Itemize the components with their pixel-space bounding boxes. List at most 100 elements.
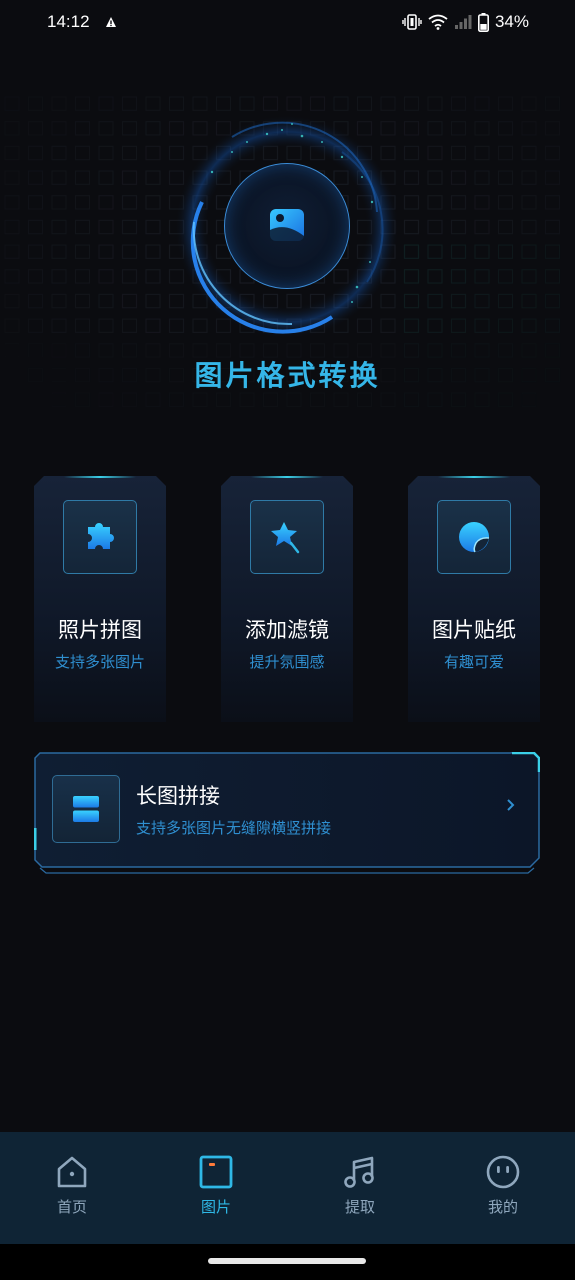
grid-cell xyxy=(521,293,537,309)
grid-cell xyxy=(98,392,114,408)
grid-cell xyxy=(356,96,373,111)
grid-cell xyxy=(380,392,396,408)
banner-title: 长图拼接 xyxy=(136,784,220,808)
grid-cell xyxy=(98,293,114,309)
grid-cell xyxy=(4,145,20,161)
card-icon-box xyxy=(250,500,324,574)
grid-cell xyxy=(98,244,114,259)
grid-cell xyxy=(450,244,467,259)
grid-cell xyxy=(27,219,44,235)
grid-cell xyxy=(333,96,349,111)
grid-cell xyxy=(497,392,514,408)
nav-home[interactable]: 首页 xyxy=(32,1154,112,1224)
wifi-icon xyxy=(428,14,448,30)
grid-cell xyxy=(403,170,420,185)
grid-cell xyxy=(4,121,20,136)
grid-cell xyxy=(74,121,91,136)
grid-cell xyxy=(145,244,161,259)
grid-cell xyxy=(403,145,420,161)
grid-cell xyxy=(51,293,67,309)
grid-cell xyxy=(474,96,490,111)
grid-cell xyxy=(98,219,114,235)
alert-icon xyxy=(106,17,116,27)
nav-mine[interactable]: 我的 xyxy=(463,1154,543,1224)
grid-cell xyxy=(27,293,44,309)
home-gesture-pill[interactable] xyxy=(208,1258,366,1264)
grid-cell xyxy=(145,121,161,136)
grid-cell xyxy=(450,269,467,284)
grid-cell xyxy=(544,195,561,210)
grid-cell xyxy=(544,145,561,161)
grid-cell xyxy=(4,219,20,235)
grid-cell xyxy=(51,96,67,111)
grid-cell xyxy=(98,170,114,185)
grid-cell xyxy=(121,244,138,259)
grid-cell xyxy=(98,195,114,210)
grid-cell xyxy=(474,269,490,284)
grid-cell xyxy=(27,318,44,333)
page-title: 图片格式转换 xyxy=(194,359,381,392)
grid-cell xyxy=(403,392,420,408)
grid-cell xyxy=(497,318,514,333)
grid-cell xyxy=(27,145,44,161)
grid-cell xyxy=(27,244,44,259)
grid-cell xyxy=(427,121,443,136)
grid-cell xyxy=(522,393,536,406)
face-icon xyxy=(486,1155,520,1189)
grid-cell xyxy=(74,392,91,408)
grid-cell xyxy=(74,318,91,333)
grid-cell xyxy=(427,96,443,111)
grid-cell xyxy=(121,219,138,235)
grid-cell xyxy=(497,195,514,210)
grid-cell xyxy=(309,96,326,111)
grid-cell xyxy=(427,293,443,309)
grid-cell xyxy=(450,219,467,235)
grid-cell xyxy=(74,293,91,309)
grid-cell xyxy=(521,269,537,284)
grid-cell xyxy=(145,392,161,408)
grid-cell xyxy=(521,145,537,161)
grid-cell xyxy=(403,195,420,210)
signal-icon xyxy=(454,15,472,29)
grid-cell xyxy=(168,392,185,408)
grid-cell xyxy=(51,145,67,161)
long-image-stitch-banner[interactable]: 长图拼接 支持多张图片无缝隙横竖拼接 xyxy=(34,752,540,874)
grid-cell xyxy=(239,392,255,408)
grid-cell xyxy=(145,170,161,185)
grid-cell xyxy=(145,219,161,235)
card-add-filter[interactable]: 添加滤镜 提升氛围感 xyxy=(221,476,353,722)
grid-cell xyxy=(427,145,443,161)
grid-cell xyxy=(98,318,114,333)
grid-cell xyxy=(239,96,255,111)
card-image-sticker[interactable]: 图片贴纸 有趣可爱 xyxy=(408,476,540,722)
card-icon-box xyxy=(437,500,511,574)
home-icon xyxy=(57,1156,87,1188)
grid-cell xyxy=(427,269,443,284)
card-photo-collage[interactable]: 照片拼图 支持多张图片 xyxy=(34,476,166,722)
grid-cell xyxy=(474,244,490,259)
grid-cell xyxy=(4,96,20,111)
banner-subtitle: 支持多张图片无缝隙横竖拼接 xyxy=(136,819,332,837)
grid-cell xyxy=(74,96,91,111)
grid-cell xyxy=(145,96,161,111)
grid-cell xyxy=(474,121,490,136)
chevron-right-icon xyxy=(507,799,515,811)
grid-cell xyxy=(192,96,208,111)
grid-cell xyxy=(168,96,185,111)
nav-label: 图片 xyxy=(200,1198,231,1216)
grid-cell xyxy=(215,96,232,111)
grid-cell xyxy=(74,195,91,210)
grid-cell xyxy=(380,96,396,111)
puzzle-icon xyxy=(82,519,118,555)
grid-cell xyxy=(145,293,161,309)
grid-cell xyxy=(51,318,67,333)
grid-cell xyxy=(98,145,114,161)
nav-extract[interactable]: 提取 xyxy=(320,1154,400,1224)
grid-cell xyxy=(27,195,44,210)
grid-cell xyxy=(403,269,420,284)
grid-cell xyxy=(286,392,302,408)
card-subtitle: 有趣可爱 xyxy=(443,653,504,671)
grid-cell xyxy=(121,195,138,210)
grid-cell xyxy=(521,195,537,210)
nav-pictures[interactable]: 图片 xyxy=(176,1154,256,1224)
